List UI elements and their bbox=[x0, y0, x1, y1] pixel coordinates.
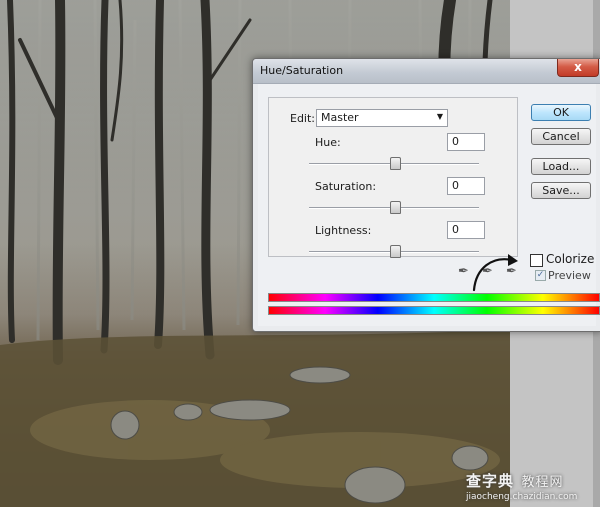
adjustment-group: Edit: Master ▼ Hue: 0 Saturation: 0 Ligh… bbox=[268, 97, 518, 258]
watermark-subtitle: 教程网 bbox=[521, 475, 564, 490]
checkmark-icon: ✓ bbox=[536, 270, 545, 280]
ok-button[interactable]: OK bbox=[531, 104, 591, 121]
edit-label: Edit: bbox=[290, 112, 316, 125]
hue-input[interactable]: 0 bbox=[447, 133, 485, 151]
dialog-title: Hue/Saturation bbox=[260, 64, 344, 77]
result-spectrum-bar bbox=[268, 306, 600, 315]
dialog-content: Edit: Master ▼ Hue: 0 Saturation: 0 Ligh… bbox=[258, 84, 600, 326]
edit-dropdown[interactable]: Master ▼ bbox=[316, 109, 448, 127]
preview-checkbox[interactable]: ✓ bbox=[535, 270, 546, 281]
watermark: 查字典 教程网 jiaocheng.chazidian.com bbox=[466, 470, 596, 502]
lightness-slider-thumb[interactable] bbox=[390, 245, 401, 258]
edit-dropdown-value: Master bbox=[321, 111, 359, 124]
hue-saturation-dialog: Hue/Saturation x Edit: Master ▼ Hue: 0 S… bbox=[252, 58, 600, 332]
hue-slider-thumb[interactable] bbox=[390, 157, 401, 170]
watermark-url: jiaocheng.chazidian.com bbox=[466, 492, 578, 502]
annotation-arrow-icon bbox=[472, 254, 518, 292]
saturation-input[interactable]: 0 bbox=[447, 177, 485, 195]
hue-label: Hue: bbox=[315, 136, 341, 149]
saturation-slider-thumb[interactable] bbox=[390, 201, 401, 214]
close-button[interactable]: x bbox=[557, 59, 599, 77]
lightness-input[interactable]: 0 bbox=[447, 221, 485, 239]
dialog-titlebar[interactable]: Hue/Saturation x bbox=[253, 59, 600, 84]
colorize-checkbox[interactable] bbox=[530, 254, 543, 267]
colorize-label[interactable]: Colorize bbox=[546, 252, 594, 266]
preview-label[interactable]: Preview bbox=[548, 269, 591, 282]
close-icon: x bbox=[574, 60, 582, 74]
saturation-label: Saturation: bbox=[315, 180, 377, 193]
save-button[interactable]: Save... bbox=[531, 182, 591, 199]
dropdown-arrow-icon: ▼ bbox=[436, 112, 443, 121]
source-spectrum-bar bbox=[268, 293, 600, 302]
watermark-title: 查字典 bbox=[466, 472, 515, 490]
cancel-button[interactable]: Cancel bbox=[531, 128, 591, 145]
load-button[interactable]: Load... bbox=[531, 158, 591, 175]
lightness-label: Lightness: bbox=[315, 224, 372, 237]
